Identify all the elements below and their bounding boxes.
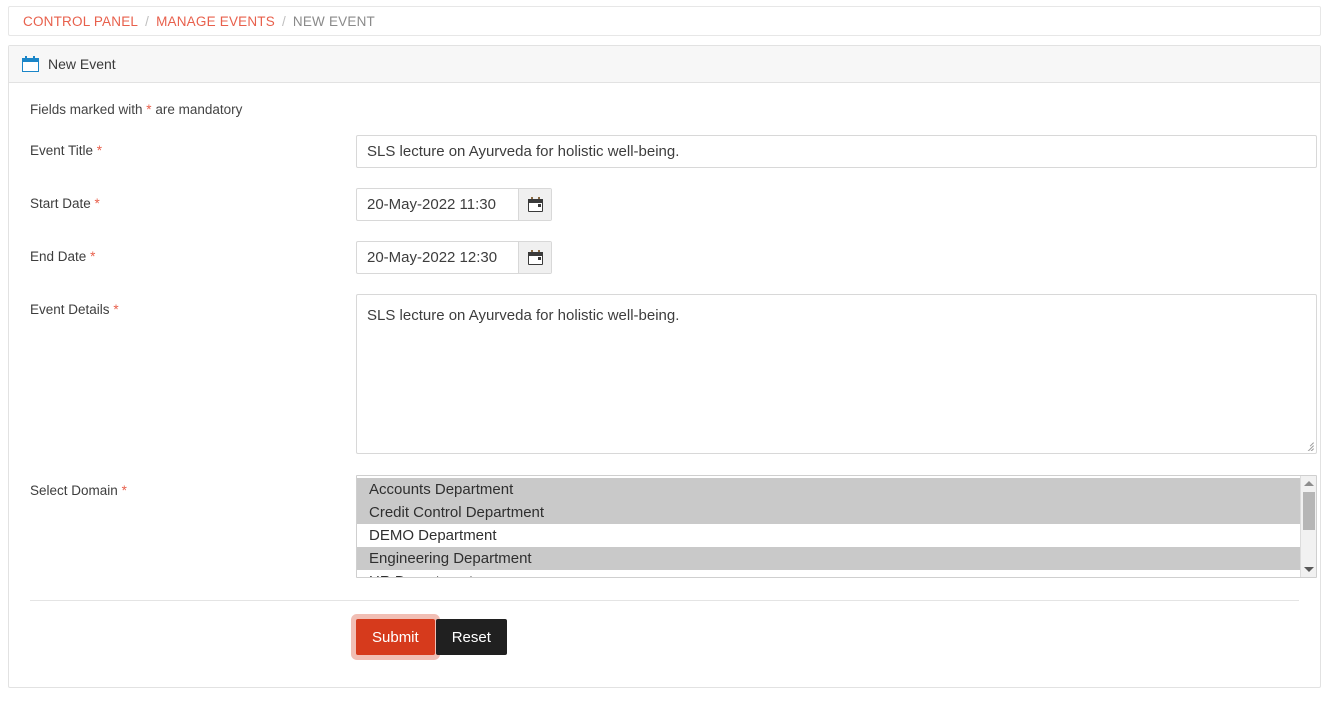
select-domain-listbox[interactable]: Accounts Department Credit Control Depar… — [356, 475, 1317, 578]
start-date-input[interactable]: 20-May-2022 11:30 — [356, 188, 552, 221]
label-event-title: Event Title * — [30, 135, 356, 158]
scroll-up-arrow-icon[interactable] — [1304, 481, 1314, 486]
form-row-start-date: Start Date * 20-May-2022 11:30 — [9, 188, 1320, 221]
required-marker: * — [122, 483, 127, 498]
panel-body: Fields marked with * are mandatory Event… — [9, 83, 1320, 687]
new-event-panel: New Event Fields marked with * are manda… — [8, 45, 1321, 688]
select-domain-options: Accounts Department Credit Control Depar… — [357, 476, 1300, 577]
calendar-icon — [22, 56, 39, 72]
list-item[interactable]: HR Department — [357, 570, 1300, 577]
breadcrumb-separator: / — [145, 14, 149, 29]
label-start-date-text: Start Date — [30, 196, 91, 211]
event-details-value: SLS lecture on Ayurveda for holistic wel… — [367, 307, 679, 324]
required-marker: * — [90, 249, 95, 264]
label-start-date: Start Date * — [30, 188, 356, 211]
required-marker: * — [113, 302, 118, 317]
calendar-picker-icon — [528, 198, 543, 212]
submit-button[interactable]: Submit — [356, 619, 435, 655]
control-select-domain: Accounts Department Credit Control Depar… — [356, 475, 1320, 578]
label-end-date: End Date * — [30, 241, 356, 264]
select-domain-scrollbar[interactable] — [1300, 476, 1316, 577]
scrollbar-thumb[interactable] — [1303, 492, 1315, 530]
panel-title: New Event — [48, 56, 116, 72]
required-marker: * — [97, 143, 102, 158]
mandatory-note-prefix: Fields marked with — [30, 102, 146, 117]
breadcrumb-separator: / — [282, 14, 286, 29]
start-date-value: 20-May-2022 11:30 — [357, 189, 518, 220]
breadcrumb: CONTROL PANEL / MANAGE EVENTS / NEW EVEN… — [8, 6, 1321, 36]
label-event-title-text: Event Title — [30, 143, 93, 158]
end-date-input[interactable]: 20-May-2022 12:30 — [356, 241, 552, 274]
start-date-picker-button[interactable] — [518, 189, 551, 220]
mandatory-note-suffix: are mandatory — [152, 102, 243, 117]
form-actions: Submit Reset — [30, 601, 1320, 687]
form-row-event-title: Event Title * — [9, 135, 1320, 168]
list-item[interactable]: Credit Control Department — [357, 501, 1300, 524]
event-details-textarea[interactable]: SLS lecture on Ayurveda for holistic wel… — [356, 294, 1317, 454]
reset-button[interactable]: Reset — [436, 619, 507, 655]
scroll-down-arrow-icon[interactable] — [1304, 567, 1314, 572]
control-event-details: SLS lecture on Ayurveda for holistic wel… — [356, 294, 1320, 454]
breadcrumb-item-new-event: NEW EVENT — [293, 14, 375, 29]
label-select-domain: Select Domain * — [30, 475, 356, 498]
panel-header: New Event — [9, 46, 1320, 83]
list-item[interactable]: Accounts Department — [357, 478, 1300, 501]
label-select-domain-text: Select Domain — [30, 483, 118, 498]
control-end-date: 20-May-2022 12:30 — [356, 241, 1320, 274]
form-row-select-domain: Select Domain * Accounts Department Cred… — [9, 475, 1320, 578]
required-marker: * — [95, 196, 100, 211]
list-item[interactable]: DEMO Department — [357, 524, 1300, 547]
control-start-date: 20-May-2022 11:30 — [356, 188, 1320, 221]
breadcrumb-item-manage-events[interactable]: MANAGE EVENTS — [156, 14, 275, 29]
form-row-event-details: Event Details * SLS lecture on Ayurveda … — [9, 294, 1320, 454]
calendar-picker-icon — [528, 251, 543, 265]
end-date-value: 20-May-2022 12:30 — [357, 242, 518, 273]
event-title-input[interactable] — [356, 135, 1317, 168]
label-event-details: Event Details * — [30, 294, 356, 317]
breadcrumb-item-control-panel[interactable]: CONTROL PANEL — [23, 14, 138, 29]
label-end-date-text: End Date — [30, 249, 86, 264]
label-event-details-text: Event Details — [30, 302, 110, 317]
mandatory-note: Fields marked with * are mandatory — [9, 83, 1320, 117]
control-event-title — [356, 135, 1320, 168]
form-row-end-date: End Date * 20-May-2022 12:30 — [9, 241, 1320, 274]
list-item[interactable]: Engineering Department — [357, 547, 1300, 570]
end-date-picker-button[interactable] — [518, 242, 551, 273]
resize-handle-icon[interactable] — [1302, 439, 1314, 451]
